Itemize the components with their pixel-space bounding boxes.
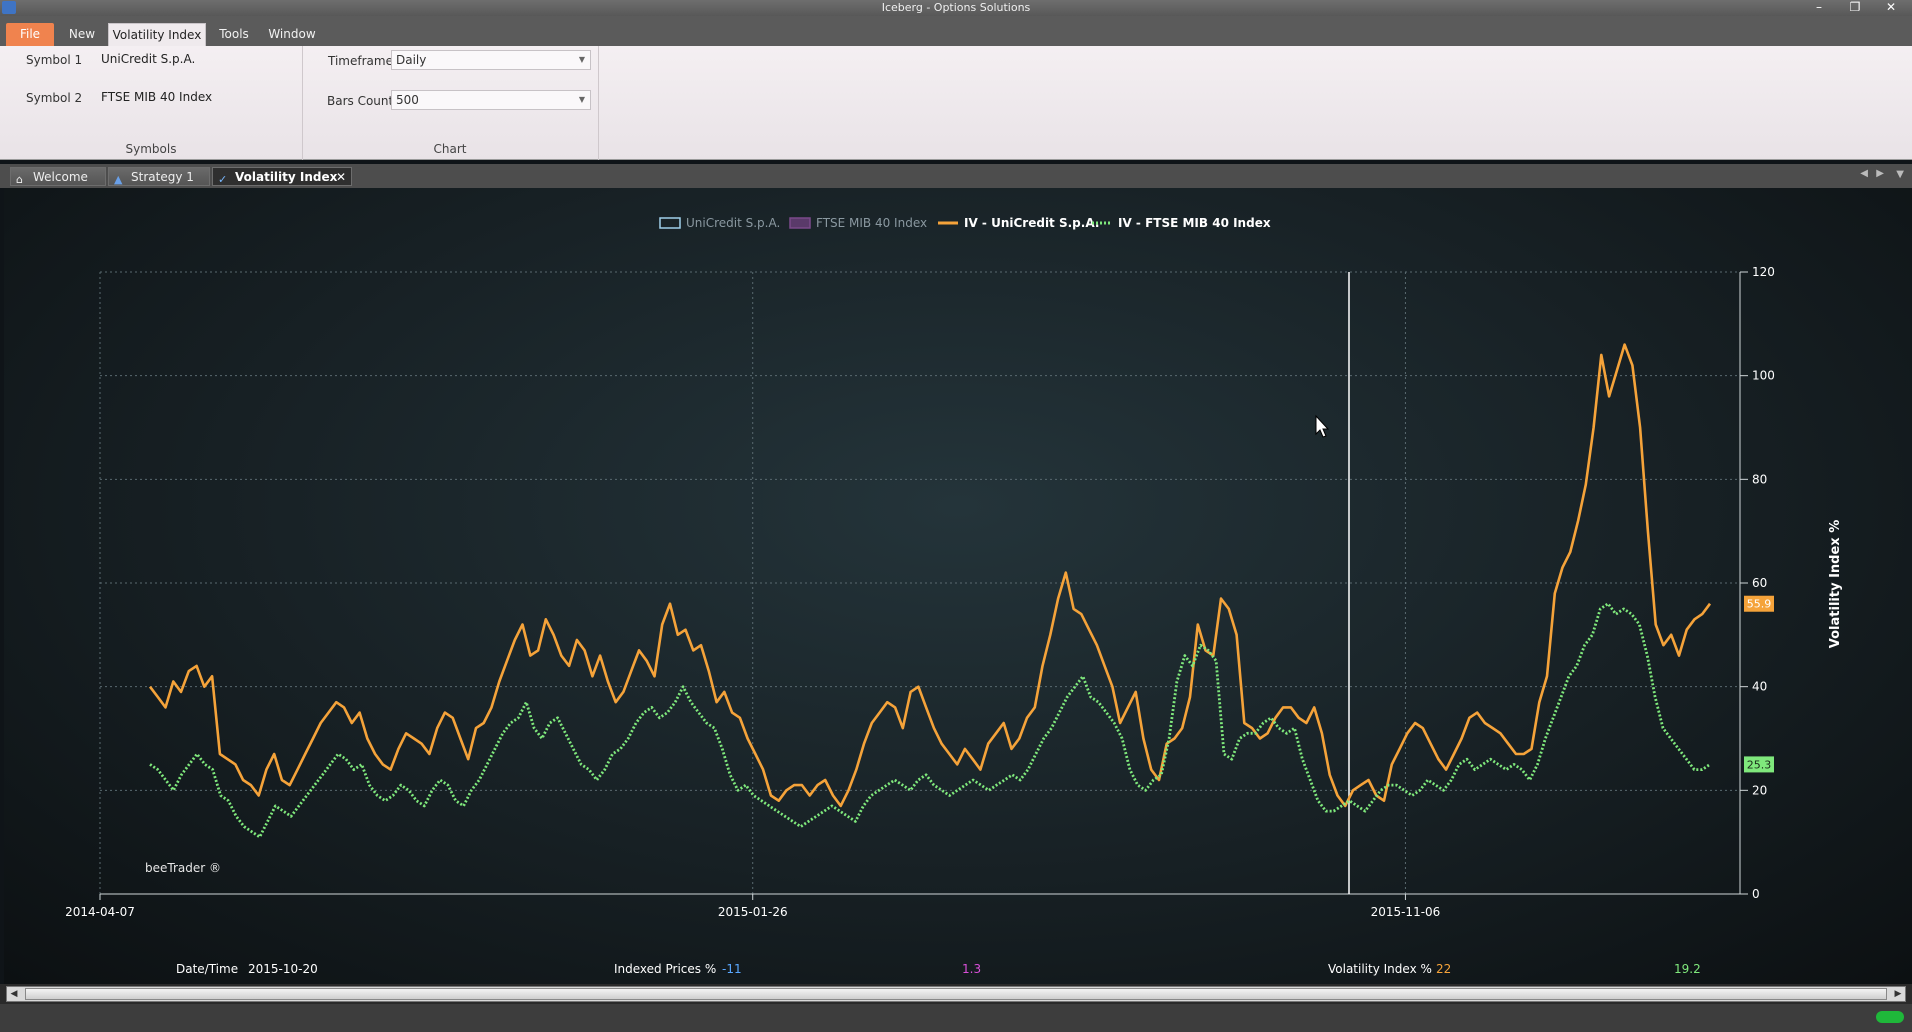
tab-volatility-index[interactable]: ✓ Volatility Index ✕ bbox=[212, 167, 352, 186]
chevron-down-icon: ▼ bbox=[578, 55, 585, 64]
restore-icon[interactable]: ❐ bbox=[1844, 0, 1866, 16]
x-tick-label: 2015-11-06 bbox=[1371, 905, 1441, 919]
datetime-label: Date/Time bbox=[176, 962, 238, 976]
symbol1-value[interactable]: UniCredit S.p.A. bbox=[101, 52, 195, 66]
chart-group-label: Chart bbox=[433, 142, 467, 156]
chevron-down-icon: ▼ bbox=[578, 95, 585, 104]
menu-new[interactable]: New bbox=[62, 23, 102, 46]
mouse-cursor-icon bbox=[1315, 414, 1330, 438]
watermark: beeTrader ® bbox=[145, 861, 221, 875]
tab-welcome[interactable]: ⌂ Welcome bbox=[10, 167, 106, 186]
datetime-value: 2015-10-20 bbox=[248, 962, 318, 976]
legend-swatch bbox=[659, 217, 681, 229]
chart-icon: ✓ bbox=[218, 173, 228, 186]
legend-swatch bbox=[789, 217, 811, 229]
x-tick-label: 2015-01-26 bbox=[718, 905, 788, 919]
bars-count-label: Bars Count bbox=[327, 94, 394, 108]
legend-entry[interactable]: UniCredit S.p.A. bbox=[686, 216, 780, 230]
legend-entry[interactable]: IV - FTSE MIB 40 Index bbox=[1118, 216, 1271, 230]
x-tick-label: 2014-04-07 bbox=[65, 905, 135, 919]
connection-status-indicator bbox=[1876, 1011, 1904, 1023]
y-tick-label: 40 bbox=[1752, 680, 1767, 694]
volatility-index-value-2: 19.2 bbox=[1674, 962, 1701, 976]
strategy-icon: ▲ bbox=[114, 173, 123, 186]
document-tab-bar: ⌂ Welcome ▲ Strategy 1 ✓ Volatility Inde… bbox=[0, 164, 1912, 188]
y-axis-label: Volatility Index % bbox=[1828, 520, 1843, 648]
scroll-left-icon[interactable]: ◀ bbox=[1860, 168, 1868, 179]
legend-entry[interactable]: IV - UniCredit S.p.A. bbox=[964, 216, 1099, 230]
symbol2-label: Symbol 2 bbox=[26, 91, 83, 105]
volatility-index-label: Volatility Index % bbox=[1328, 962, 1432, 976]
tab-strategy-1[interactable]: ▲ Strategy 1 bbox=[108, 167, 210, 186]
y-tick-label: 80 bbox=[1752, 472, 1767, 486]
symbols-group-label: Symbols bbox=[125, 142, 177, 156]
tab-label: Volatility Index bbox=[235, 170, 338, 184]
indexed-prices-label: Indexed Prices % bbox=[614, 962, 716, 976]
menu-window[interactable]: Window bbox=[262, 23, 322, 46]
series-line-iv-unicredit[interactable] bbox=[148, 343, 1712, 808]
scroll-left-arrow-icon[interactable]: ◀ bbox=[7, 987, 21, 1001]
close-tab-icon[interactable]: ✕ bbox=[336, 168, 346, 186]
scroll-right-icon[interactable]: ▶ bbox=[1876, 168, 1884, 179]
title-bar: Iceberg - Options Solutions – ❐ ✕ bbox=[0, 0, 1912, 16]
chart-area[interactable]: 0 20 40 60 80 100 120 2014-04-07 2015-01-26 2015-… bbox=[4, 188, 1912, 984]
bars-count-value: 500 bbox=[396, 93, 419, 107]
home-icon: ⌂ bbox=[16, 173, 23, 186]
timeframe-value: Daily bbox=[396, 53, 427, 67]
tab-list-icon[interactable]: ▼ bbox=[1896, 169, 1904, 180]
tab-label: Welcome bbox=[33, 170, 88, 184]
close-icon[interactable]: ✕ bbox=[1880, 0, 1902, 16]
timeframe-select[interactable]: Daily ▼ bbox=[391, 50, 591, 70]
status-bar bbox=[0, 1004, 1912, 1032]
menu-file[interactable]: File bbox=[6, 23, 54, 46]
menu-bar: File New Volatility Index Tools Window bbox=[0, 16, 1912, 46]
bottom-area: ◀ ▶ bbox=[0, 984, 1912, 1032]
bars-count-select[interactable]: 500 ▼ bbox=[391, 90, 591, 110]
y-tick-label: 0 bbox=[1752, 887, 1760, 901]
y-tick-label: 120 bbox=[1752, 265, 1775, 279]
y-tick-label: 20 bbox=[1752, 783, 1767, 797]
last-value-label: 25.3 bbox=[1747, 758, 1772, 771]
menu-volatility-index[interactable]: Volatility Index bbox=[108, 23, 206, 46]
horizontal-scrollbar[interactable]: ◀ ▶ bbox=[6, 986, 1906, 1002]
group-separator bbox=[598, 46, 599, 160]
tab-label: Strategy 1 bbox=[131, 170, 194, 184]
window-title: Iceberg - Options Solutions bbox=[881, 1, 1031, 14]
last-value-label: 55.9 bbox=[1747, 598, 1772, 611]
menu-tools[interactable]: Tools bbox=[212, 23, 256, 46]
scroll-right-arrow-icon[interactable]: ▶ bbox=[1891, 987, 1905, 1001]
volatility-index-value-1: 22 bbox=[1436, 962, 1451, 976]
timeframe-label: Timeframe bbox=[328, 54, 393, 68]
y-tick-label: 60 bbox=[1752, 576, 1767, 590]
indexed-prices-value-1: -11 bbox=[722, 962, 742, 976]
indexed-prices-value-2: 1.3 bbox=[962, 962, 981, 976]
minimize-icon[interactable]: – bbox=[1808, 0, 1830, 16]
legend-entry[interactable]: FTSE MIB 40 Index bbox=[816, 216, 927, 230]
ribbon: Symbol 1 UniCredit S.p.A. Symbol 2 FTSE … bbox=[0, 46, 1912, 160]
symbol1-label: Symbol 1 bbox=[26, 53, 83, 67]
volatility-chart[interactable]: 0 20 40 60 80 100 120 2014-04-07 2015-01-26 2015-… bbox=[4, 188, 1912, 984]
scrollbar-thumb[interactable] bbox=[25, 988, 1887, 1000]
y-tick-label: 100 bbox=[1752, 369, 1775, 383]
symbol2-value[interactable]: FTSE MIB 40 Index bbox=[101, 90, 212, 104]
